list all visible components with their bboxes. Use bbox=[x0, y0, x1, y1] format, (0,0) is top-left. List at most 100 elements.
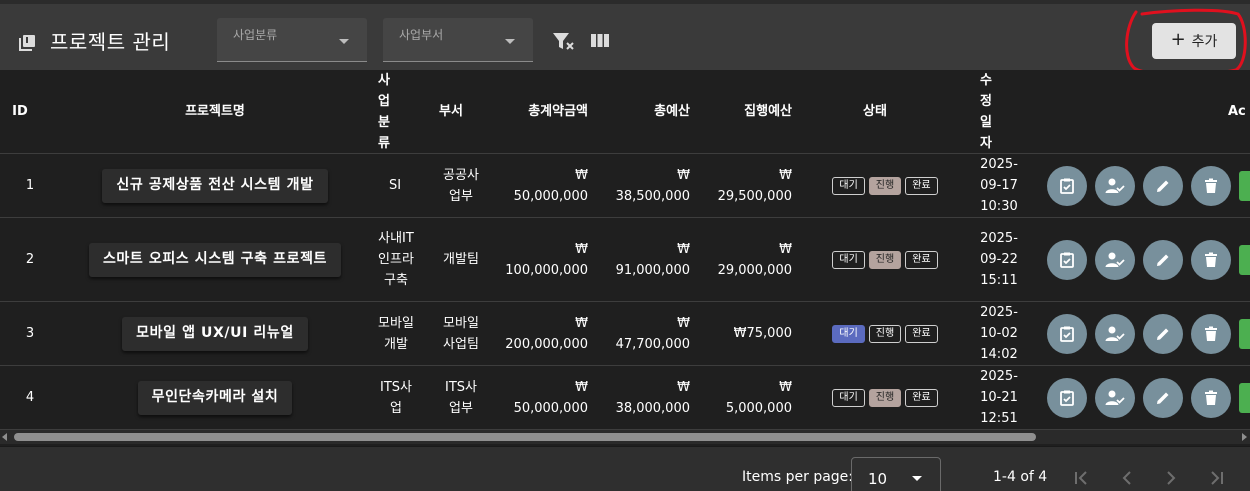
row-exec: ₩ 5,000,000 bbox=[702, 366, 792, 429]
library-books-icon bbox=[19, 35, 35, 51]
row-department: 공공사업부 bbox=[443, 167, 479, 204]
edit-button[interactable] bbox=[1143, 240, 1183, 280]
scroll-right-arrow-icon[interactable] bbox=[1242, 433, 1247, 441]
assign-user-button[interactable] bbox=[1095, 314, 1135, 354]
status-chip-waiting[interactable]: 대기 bbox=[832, 176, 865, 195]
contract-amount: 50,000,000 bbox=[513, 188, 588, 204]
header-project-name[interactable]: 프로젝트명 bbox=[70, 70, 360, 153]
status-chip-progress[interactable]: 진행 bbox=[868, 176, 902, 195]
pencil-icon bbox=[1157, 180, 1169, 192]
edit-button[interactable] bbox=[1143, 378, 1183, 418]
person-check-icon bbox=[1105, 326, 1125, 341]
header-modified-date[interactable]: 수정일자 bbox=[975, 70, 997, 153]
exec-amount: ₩75,000 bbox=[733, 326, 792, 341]
pencil-icon bbox=[1157, 328, 1169, 340]
horizontal-scrollbar[interactable] bbox=[0, 430, 1250, 444]
currency-symbol: ₩ bbox=[677, 315, 690, 331]
header-contract-amount[interactable]: 총계약금액 bbox=[500, 70, 588, 153]
exec-amount: 29,000,000 bbox=[717, 262, 792, 278]
project-name-button[interactable]: 스마트 오피스 시스템 구축 프로젝트 bbox=[88, 242, 342, 277]
budget-amount: 38,000,000 bbox=[615, 400, 690, 416]
row-department: ITS사업부 bbox=[445, 379, 477, 416]
scroll-left-arrow-icon[interactable] bbox=[2, 433, 7, 441]
assign-user-button[interactable] bbox=[1095, 166, 1135, 206]
status-toggle-group: 대기 진행 완료 bbox=[832, 388, 938, 407]
header-department[interactable]: 부서 bbox=[438, 70, 464, 153]
category-filter-select[interactable]: 사업분류 bbox=[217, 18, 367, 62]
delete-button[interactable] bbox=[1191, 314, 1231, 354]
date-monthday: 10-21 bbox=[980, 390, 1018, 405]
date-year: 2025- bbox=[980, 305, 1018, 320]
contract-amount: 200,000,000 bbox=[505, 336, 588, 352]
status-chip-progress[interactable]: 진행 bbox=[868, 324, 902, 343]
chevron-down-icon bbox=[505, 39, 515, 44]
assignment-button[interactable] bbox=[1047, 378, 1087, 418]
status-chip-waiting[interactable]: 대기 bbox=[832, 388, 865, 407]
project-name-button[interactable]: 모바일 앱 UX/UI 리뉴얼 bbox=[122, 316, 308, 351]
table-header-row: ID 프로젝트명 사업분류 부서 총계약금액 총예산 집행예산 상태 수정일자 … bbox=[0, 70, 1250, 154]
row-action-edge[interactable] bbox=[1239, 319, 1250, 349]
department-filter-select[interactable]: 사업부서 bbox=[383, 18, 533, 62]
header-budget[interactable]: 총예산 bbox=[600, 70, 690, 153]
status-chip-done[interactable]: 완료 bbox=[905, 250, 938, 269]
status-chip-progress[interactable]: 진행 bbox=[868, 250, 902, 269]
edit-button[interactable] bbox=[1143, 314, 1183, 354]
status-chip-done[interactable]: 완료 bbox=[905, 388, 938, 407]
edit-button[interactable] bbox=[1143, 166, 1183, 206]
previous-page-icon[interactable] bbox=[1116, 467, 1138, 489]
row-id: 3 bbox=[25, 326, 35, 341]
person-check-icon bbox=[1105, 390, 1125, 405]
currency-symbol: ₩ bbox=[677, 379, 690, 395]
trash-icon bbox=[1205, 252, 1217, 267]
row-category: 모바일개발 bbox=[378, 315, 414, 352]
assign-user-button[interactable] bbox=[1095, 240, 1135, 280]
row-exec: ₩75,000 bbox=[702, 302, 792, 365]
assignment-button[interactable] bbox=[1047, 240, 1087, 280]
table-row: 2 스마트 오피스 시스템 구축 프로젝트 사내IT인프라구축 개발팀 ₩ 10… bbox=[0, 218, 1250, 302]
assignment-button[interactable] bbox=[1047, 166, 1087, 206]
delete-button[interactable] bbox=[1191, 378, 1231, 418]
header-id[interactable]: ID bbox=[0, 70, 40, 153]
last-page-icon[interactable] bbox=[1206, 467, 1228, 489]
row-action-edge[interactable] bbox=[1239, 171, 1250, 201]
header-category[interactable]: 사업분류 bbox=[373, 70, 395, 153]
filter-clear-icon[interactable] bbox=[552, 32, 576, 52]
header-status[interactable]: 상태 bbox=[825, 70, 925, 153]
row-category: SI bbox=[388, 178, 402, 193]
view-column-icon[interactable] bbox=[590, 33, 610, 48]
status-chip-waiting[interactable]: 대기 bbox=[832, 324, 865, 343]
toolbar: 프로젝트 관리 사업분류 사업부서 + 추가 bbox=[0, 0, 1250, 70]
table-row: 1 신규 공제상품 전산 시스템 개발 SI 공공사업부 ₩ 50,000,00… bbox=[0, 154, 1250, 218]
chevron-down-icon bbox=[912, 476, 922, 481]
row-department: 개발팀 bbox=[443, 252, 479, 267]
row-contract: ₩ 100,000,000 bbox=[500, 218, 588, 301]
row-id: 2 bbox=[25, 252, 35, 267]
page-size-select[interactable]: 10 bbox=[851, 457, 941, 491]
row-modified: 2025- 09-17 10:30 bbox=[974, 154, 1024, 217]
status-chip-waiting[interactable]: 대기 bbox=[832, 250, 865, 269]
status-chip-done[interactable]: 완료 bbox=[905, 324, 938, 343]
header-exec-budget[interactable]: 집행예산 bbox=[712, 70, 792, 153]
status-chip-progress[interactable]: 진행 bbox=[868, 388, 902, 407]
assignment-button[interactable] bbox=[1047, 314, 1087, 354]
row-contract: ₩ 200,000,000 bbox=[500, 302, 588, 365]
project-name-button[interactable]: 무인단속카메라 설치 bbox=[137, 380, 293, 415]
status-toggle-group: 대기 진행 완료 bbox=[832, 176, 938, 195]
time: 10:30 bbox=[980, 199, 1018, 214]
assign-user-button[interactable] bbox=[1095, 378, 1135, 418]
trash-icon bbox=[1205, 390, 1217, 405]
currency-symbol: ₩ bbox=[575, 379, 588, 395]
row-exec: ₩ 29,500,000 bbox=[702, 154, 792, 217]
status-chip-done[interactable]: 완료 bbox=[905, 176, 938, 195]
delete-button[interactable] bbox=[1191, 240, 1231, 280]
row-action-edge[interactable] bbox=[1239, 245, 1250, 275]
pencil-icon bbox=[1157, 254, 1169, 266]
delete-button[interactable] bbox=[1191, 166, 1231, 206]
currency-symbol: ₩ bbox=[677, 167, 690, 183]
row-action-edge[interactable] bbox=[1239, 383, 1250, 413]
project-name-button[interactable]: 신규 공제상품 전산 시스템 개발 bbox=[102, 168, 328, 203]
scrollbar-thumb[interactable] bbox=[14, 433, 1036, 441]
trash-icon bbox=[1205, 326, 1217, 341]
next-page-icon[interactable] bbox=[1160, 467, 1182, 489]
first-page-icon[interactable] bbox=[1070, 467, 1092, 489]
